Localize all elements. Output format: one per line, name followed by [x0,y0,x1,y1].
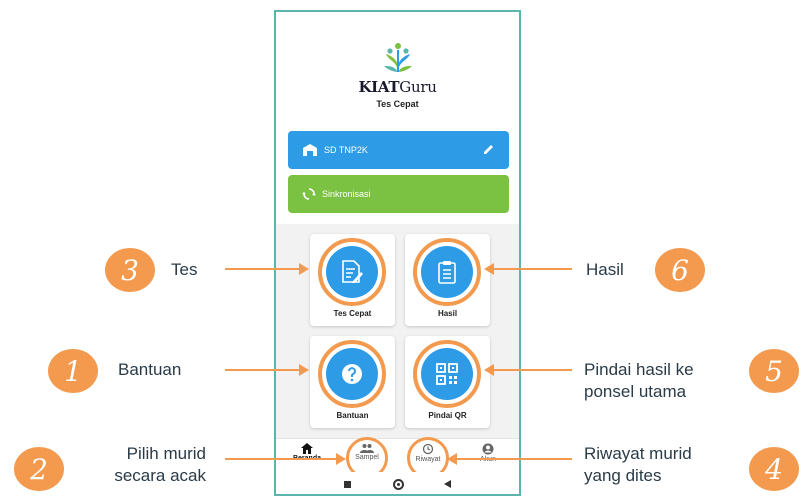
menu-item-label: Pindai QR [428,411,467,420]
help-icon [326,348,378,400]
nav-item-akun[interactable]: Akun [463,443,513,463]
account-icon [482,443,494,455]
document-edit-icon [326,246,378,298]
brand-name: KIATGuru [358,78,437,96]
callout-text: Tes [171,260,198,279]
sync-button[interactable]: Sinkronisasi [288,175,509,213]
callout-text: Hasil [586,260,624,279]
school-name: SD TNP2K [324,145,368,155]
callout-text: Pindai hasil ke ponsel utama [584,360,694,401]
callout-number-badge: 4 [749,447,799,491]
menu-item-pindai-qr[interactable]: Pindai QR [405,336,490,428]
menu-item-tes-cepat[interactable]: Tes Cepat [310,234,395,326]
menu-item-bantuan[interactable]: Bantuan [310,336,395,428]
callout-number-badge: 2 [14,447,64,491]
back-icon[interactable] [444,480,451,488]
system-navigation-bar [276,472,519,494]
school-icon [302,143,318,157]
app-logo: KIATGuru Tes Cepat [276,42,519,109]
menu-item-label: Tes Cepat [333,309,372,318]
callout-text: Bantuan [118,360,182,379]
sync-icon [302,187,316,201]
recent-apps-icon[interactable] [344,481,351,488]
callout-text: Riwayat murid yang dites [584,444,692,485]
callout-arrow [225,364,309,376]
pencil-icon[interactable] [482,143,495,158]
qr-code-icon [421,348,473,400]
home-button-icon[interactable] [393,479,404,490]
callout-arrow [225,453,346,465]
sync-label: Sinkronisasi [322,189,371,199]
home-icon [301,443,313,454]
bottom-navigation: Beranda Sampel Riwayat Akun [276,437,519,479]
menu-item-label: Bantuan [336,411,369,420]
callout-arrow [484,364,572,376]
callout-text: Pilih murid secara acak [114,444,206,485]
menu-item-label: Hasil [437,309,458,318]
school-button[interactable]: SD TNP2K [288,131,509,169]
phone-screen: KIATGuru Tes Cepat SD TNP2K Sinkronisasi… [274,10,521,496]
callout-arrow [447,453,572,465]
callout-number-badge: 6 [655,248,705,292]
callout-number-badge: 1 [48,349,98,393]
sprout-logo-icon [383,43,412,72]
page-subtitle: Tes Cepat [376,99,419,109]
menu-item-hasil[interactable]: Hasil [405,234,490,326]
callout-number-badge: 5 [749,349,799,393]
callout-arrow [484,263,572,275]
callout-number-badge: 3 [105,248,155,292]
clipboard-list-icon [421,246,473,298]
callout-arrow [225,263,309,275]
